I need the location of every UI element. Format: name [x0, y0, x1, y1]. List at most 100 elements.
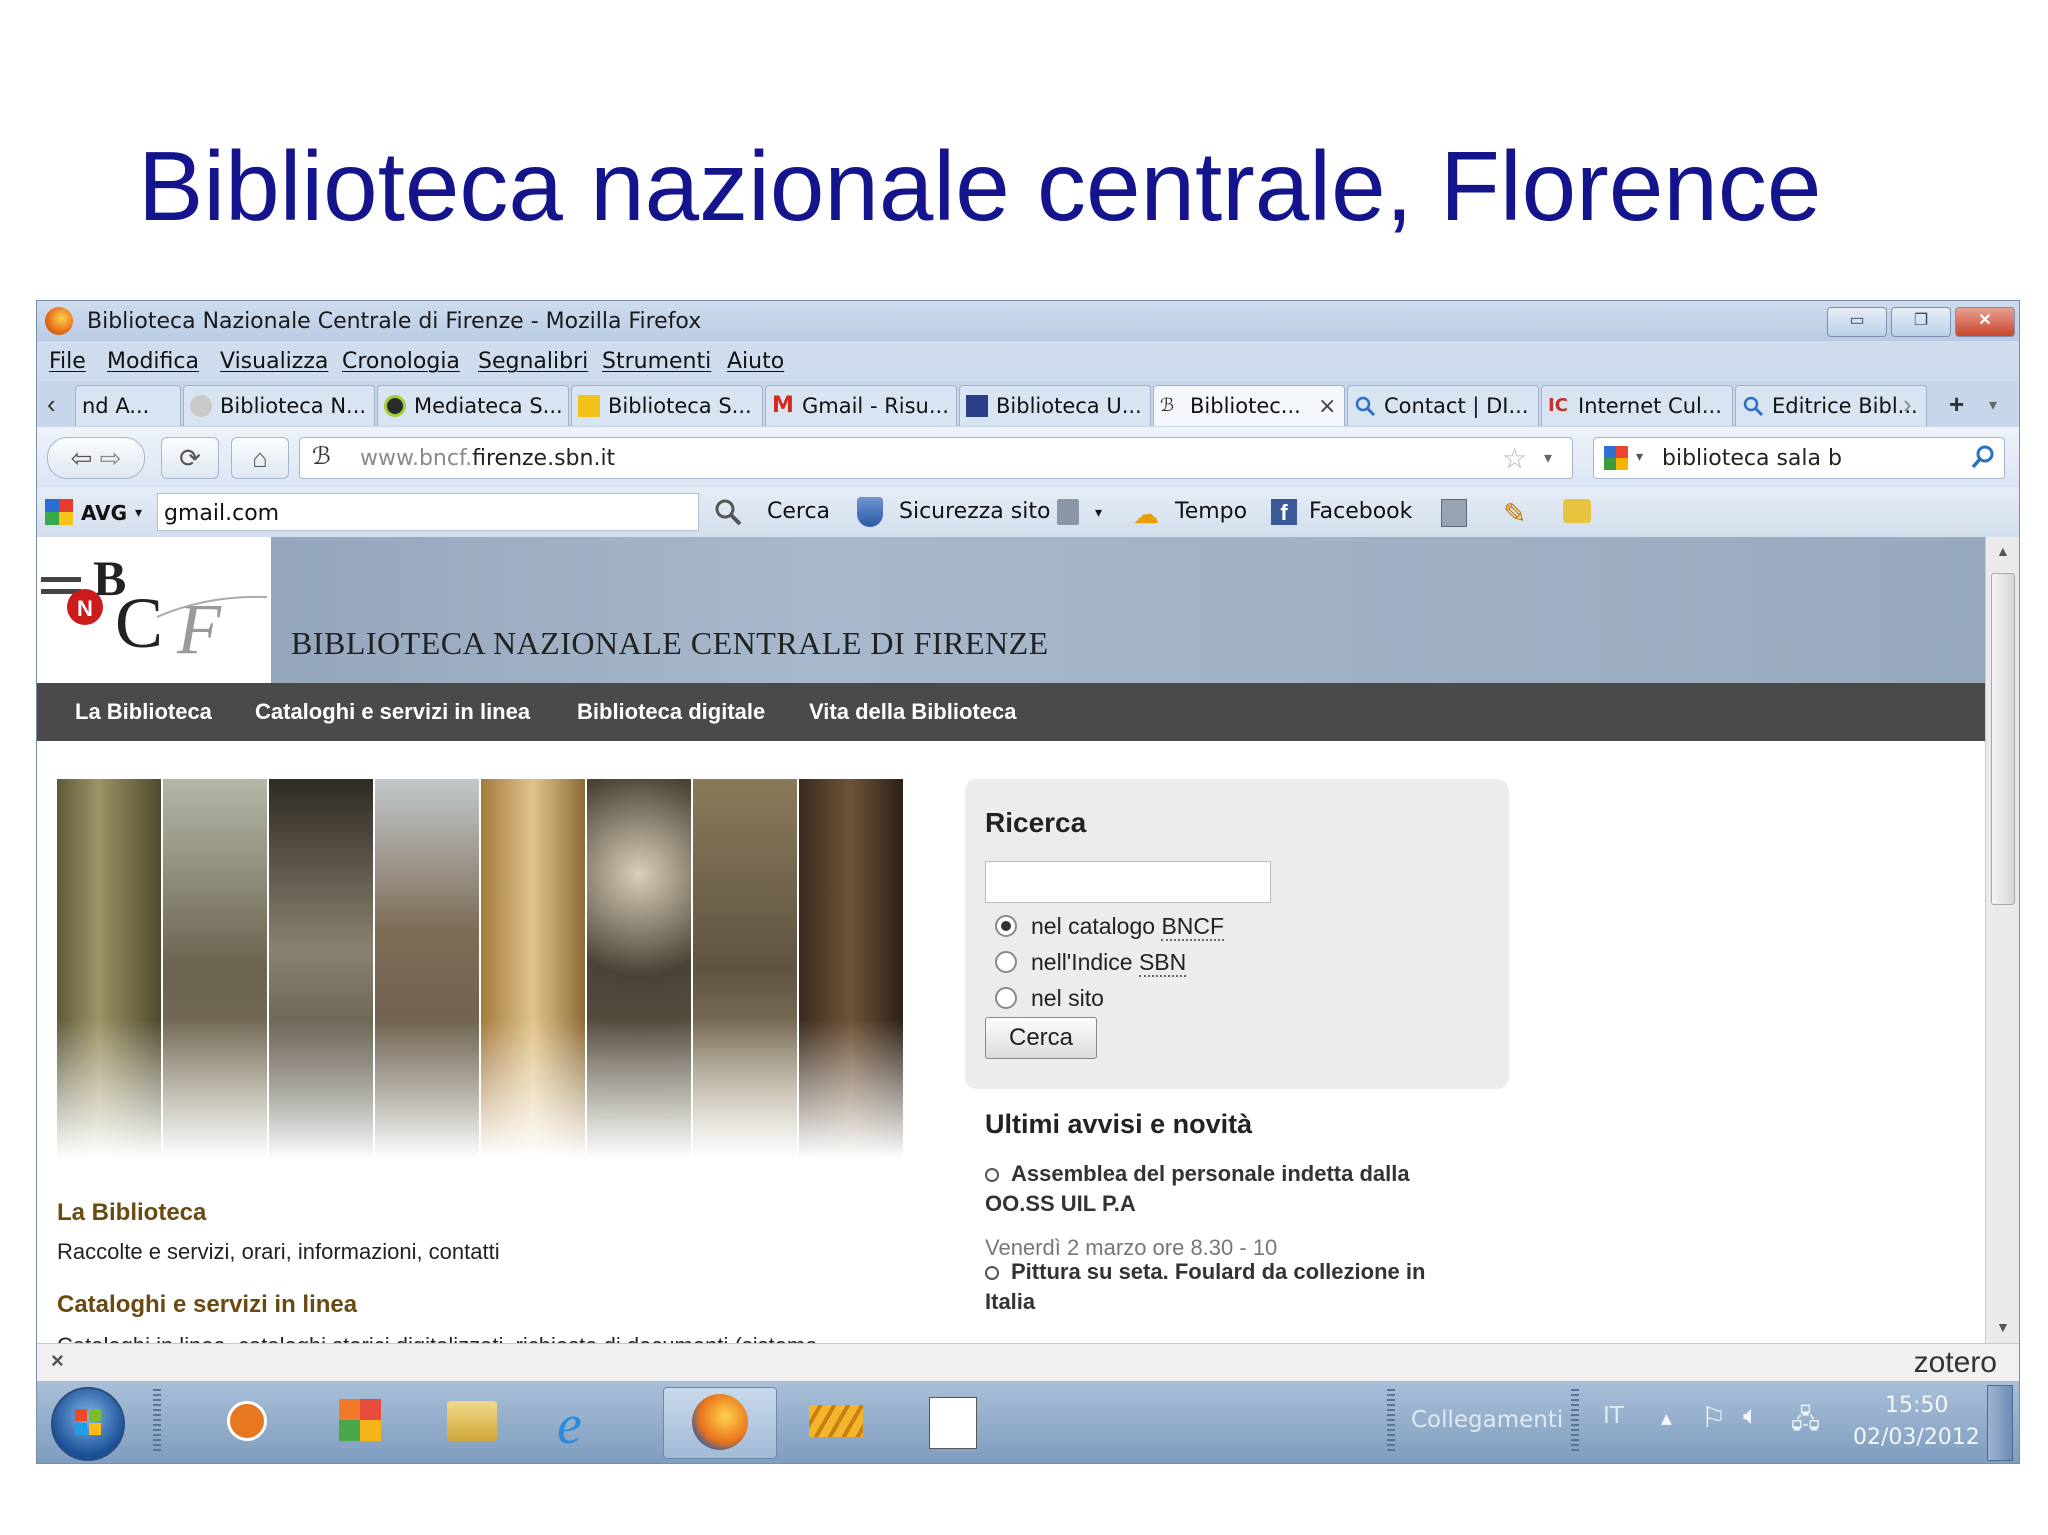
network-icon[interactable]: 🖧︎	[1791, 1401, 1820, 1445]
show-desktop-button[interactable]	[1987, 1385, 2013, 1461]
menu-cronologia[interactable]: Cronologia	[342, 349, 460, 374]
clock-time[interactable]: 15:50	[1885, 1393, 1948, 1418]
avg-search-button[interactable]: Cerca	[767, 499, 830, 524]
trash-dropdown-icon[interactable]: ▾	[1095, 505, 1102, 521]
screenshot-icon[interactable]	[1563, 499, 1591, 523]
bncf-link[interactable]: BNCF	[1161, 913, 1225, 941]
menu-visualizza[interactable]: Visualizza	[220, 349, 328, 374]
new-tab-button[interactable]: +	[1949, 389, 1964, 420]
weather-button[interactable]: Tempo	[1175, 499, 1247, 524]
volume-icon[interactable]: 🔈︎	[1743, 1401, 1759, 1432]
tab[interactable]: Biblioteca S...	[571, 385, 763, 426]
bookmark-star-icon[interactable]: ☆	[1502, 442, 1527, 475]
weather-icon[interactable]: ☁	[1133, 499, 1159, 530]
search-bar[interactable]: ▾ biblioteca sala b	[1593, 437, 2005, 479]
scroll-down-icon[interactable]: ▼	[1996, 1319, 2010, 1335]
firefox-icon	[45, 307, 73, 335]
section-heading[interactable]: Cataloghi e servizi in linea	[57, 1291, 357, 1319]
catalog-search-input[interactable]	[985, 861, 1271, 903]
avg-search-input[interactable]: gmail.com	[157, 493, 699, 531]
close-window-button[interactable]: ✕	[1955, 307, 2015, 337]
notepad-icon[interactable]: ✎	[1503, 497, 1526, 530]
avg-dropdown-icon[interactable]: ▾	[135, 505, 142, 521]
tab-list-icon[interactable]: ▾	[1989, 395, 1997, 415]
minimize-button[interactable]: ▭	[1827, 307, 1887, 337]
search-icon[interactable]	[713, 497, 743, 532]
facebook-button[interactable]: Facebook	[1309, 499, 1412, 524]
radio-indice-sbn[interactable]	[995, 951, 1017, 973]
close-find-bar-icon[interactable]: ×	[51, 1348, 64, 1374]
odf-document-icon	[929, 1397, 977, 1449]
url-history-dropdown-icon[interactable]: ▾	[1544, 448, 1552, 468]
site-navigation: La Biblioteca Cataloghi e servizi in lin…	[37, 683, 1985, 741]
zotero-button[interactable]: zotero	[1914, 1346, 1997, 1380]
news-item[interactable]: Pittura su seta. Foulard da collezione i…	[985, 1257, 1465, 1317]
news-heading: Ultimi avvisi e novità	[985, 1109, 1253, 1139]
avg-brand[interactable]: AVG	[81, 501, 127, 525]
links-toolbar-label[interactable]: Collegamenti	[1411, 1407, 1563, 1433]
avg-logo-icon[interactable]	[45, 499, 73, 525]
forward-icon[interactable]: ⇨	[100, 443, 122, 473]
tab[interactable]: Contact | DI...	[1347, 385, 1539, 426]
clock-date[interactable]: 02/03/2012	[1853, 1425, 1980, 1450]
search-engine-dropdown-icon[interactable]: ▾	[1636, 448, 1643, 465]
menu-aiuto[interactable]: Aiuto	[727, 349, 784, 374]
menu-strumenti[interactable]: Strumenti	[602, 349, 711, 374]
search-go-icon[interactable]	[1970, 444, 1996, 475]
site-identity-icon[interactable]: ℬ	[312, 442, 331, 471]
scroll-thumb[interactable]	[1991, 573, 2015, 905]
taskbar-media-player[interactable]	[191, 1387, 303, 1457]
tab[interactable]: Biblioteca U...	[959, 385, 1151, 426]
taskbar-internet-explorer[interactable]: e	[527, 1387, 639, 1457]
home-button[interactable]: ⌂	[231, 437, 289, 479]
site-nav-la-biblioteca[interactable]: La Biblioteca	[75, 699, 212, 725]
svg-text:C: C	[115, 583, 163, 663]
shield-icon[interactable]	[857, 497, 883, 527]
tab[interactable]: Mediateca S...	[377, 385, 569, 426]
tabs-scroll-left-icon[interactable]: ‹	[47, 389, 56, 420]
scroll-up-icon[interactable]: ▲	[1996, 543, 2010, 559]
reload-icon: ⟳	[179, 443, 201, 473]
trash-icon[interactable]	[1057, 499, 1079, 525]
reload-button[interactable]: ⟳	[161, 437, 219, 479]
site-nav-cataloghi[interactable]: Cataloghi e servizi in linea	[255, 699, 530, 725]
restore-button[interactable]: ❐	[1891, 307, 1951, 337]
close-tab-icon[interactable]: ×	[1318, 394, 1336, 419]
site-nav-vita-biblioteca[interactable]: Vita della Biblioteca	[809, 699, 1016, 725]
tab[interactable]: nd A...	[75, 385, 181, 426]
action-center-flag-icon[interactable]: ⚐	[1701, 1401, 1726, 1434]
section-heading[interactable]: La Biblioteca	[57, 1199, 206, 1227]
taskbar-photo-app[interactable]	[303, 1387, 415, 1457]
radio-catalogo-bncf[interactable]	[995, 915, 1017, 937]
tabs-scroll-right-icon[interactable]: ›	[1903, 389, 1912, 420]
taskbar-firefox[interactable]	[663, 1387, 777, 1459]
calculator-icon[interactable]	[1441, 499, 1467, 527]
search-input[interactable]: biblioteca sala b	[1662, 446, 1842, 471]
tab[interactable]: IC Internet Cul...	[1541, 385, 1733, 426]
news-item[interactable]: Assemblea del personale indetta dalla OO…	[985, 1159, 1465, 1219]
site-security-button[interactable]: Sicurezza sito	[899, 499, 1050, 524]
taskbar-app[interactable]	[779, 1387, 891, 1457]
menu-file[interactable]: File	[49, 349, 86, 374]
language-indicator[interactable]: IT	[1603, 1403, 1624, 1429]
menu-modifica[interactable]: Modifica	[107, 349, 199, 374]
back-icon[interactable]: ⇦	[71, 443, 93, 473]
search-submit-button[interactable]: Cerca	[985, 1017, 1097, 1059]
tab[interactable]: M Gmail - Risu...	[765, 385, 957, 426]
tab[interactable]: Biblioteca N...	[183, 385, 375, 426]
taskbar-explorer[interactable]	[415, 1387, 527, 1457]
page-scrollbar[interactable]: ▲ ▼	[1985, 537, 2019, 1343]
menu-segnalibri[interactable]: Segnalibri	[478, 349, 588, 374]
tab-active[interactable]: ℬ Bibliotec... ×	[1153, 385, 1345, 426]
show-hidden-icons[interactable]: ▲	[1661, 1411, 1672, 1427]
url-bar[interactable]: ℬ www.bncf.firenze.sbn.it ☆ ▾	[299, 437, 1573, 479]
radio-sito[interactable]	[995, 987, 1017, 1009]
facebook-icon[interactable]: f	[1271, 499, 1297, 525]
taskbar-odf[interactable]	[895, 1387, 1007, 1457]
start-button[interactable]	[51, 1387, 125, 1461]
tab[interactable]: Editrice Bibl...	[1735, 385, 1927, 426]
search-engine-icon[interactable]	[1604, 446, 1628, 470]
site-nav-biblioteca-digitale[interactable]: Biblioteca digitale	[577, 699, 765, 725]
sbn-link[interactable]: SBN	[1138, 949, 1187, 977]
back-forward-buttons[interactable]: ⇦ ⇨	[47, 437, 145, 479]
